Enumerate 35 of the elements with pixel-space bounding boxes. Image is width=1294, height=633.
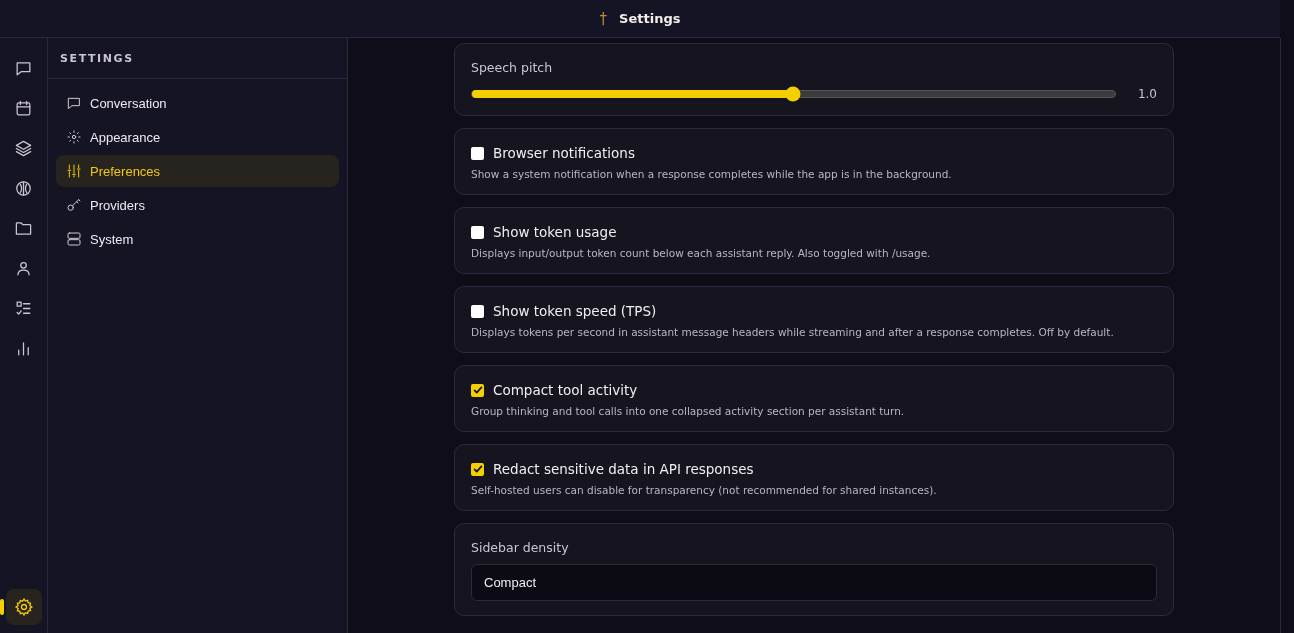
checkbox-label: Redact sensitive data in API responses — [493, 461, 754, 477]
slider-value: 1.0 — [1137, 87, 1157, 101]
sun-icon — [66, 129, 82, 145]
checkbox[interactable] — [471, 462, 484, 476]
window-title: Settings — [619, 11, 681, 26]
checkbox-label: Compact tool activity — [493, 382, 638, 398]
checkbox[interactable] — [471, 225, 484, 239]
setting-description: Self-hosted users can disable for transparency (not recommended for shared instances). — [471, 484, 938, 496]
sliders-icon — [66, 163, 82, 179]
chat-icon — [66, 95, 82, 111]
key-icon — [66, 197, 82, 213]
sidebar-heading: SETTINGS — [60, 51, 134, 65]
checkbox-label: Browser notifications — [493, 145, 635, 161]
checkbox-label: Show token speed (TPS) — [493, 303, 657, 319]
checkbox[interactable] — [471, 304, 484, 318]
sidebar-item[interactable]: Conversation — [56, 87, 339, 119]
active-indicator — [0, 599, 4, 615]
sidebar-item[interactable]: Appearance — [56, 121, 339, 153]
checkbox[interactable] — [471, 383, 484, 397]
setting-label: Speech pitch — [471, 60, 554, 75]
setting-description: Displays tokens per second in assistant message headers while streaming and after a response completes. Off by default. — [471, 326, 1115, 338]
settings-icon[interactable] — [5, 589, 42, 625]
logo-glyph: † — [599, 9, 608, 28]
sidebar-item[interactable]: Providers — [56, 189, 339, 221]
slider-thumb[interactable] — [785, 86, 801, 102]
setting-description: Group thinking and tool calls into one collapsed activity section per assistant turn. — [471, 405, 906, 417]
checkbox-label: Show token usage — [493, 224, 617, 240]
dropdown[interactable]: Compact — [471, 564, 1157, 601]
sidebar-item[interactable]: Preferences — [56, 155, 339, 187]
setting-label: Sidebar density — [471, 540, 570, 555]
server-icon — [66, 231, 82, 247]
checkbox[interactable] — [471, 146, 484, 160]
setting-description: Displays input/output token count below each assistant reply. Also toggled with /usage. — [471, 247, 932, 259]
sidebar-item[interactable]: System — [56, 223, 339, 255]
setting-description: Show a system notification when a response completes while the app is in the background. — [471, 168, 953, 180]
